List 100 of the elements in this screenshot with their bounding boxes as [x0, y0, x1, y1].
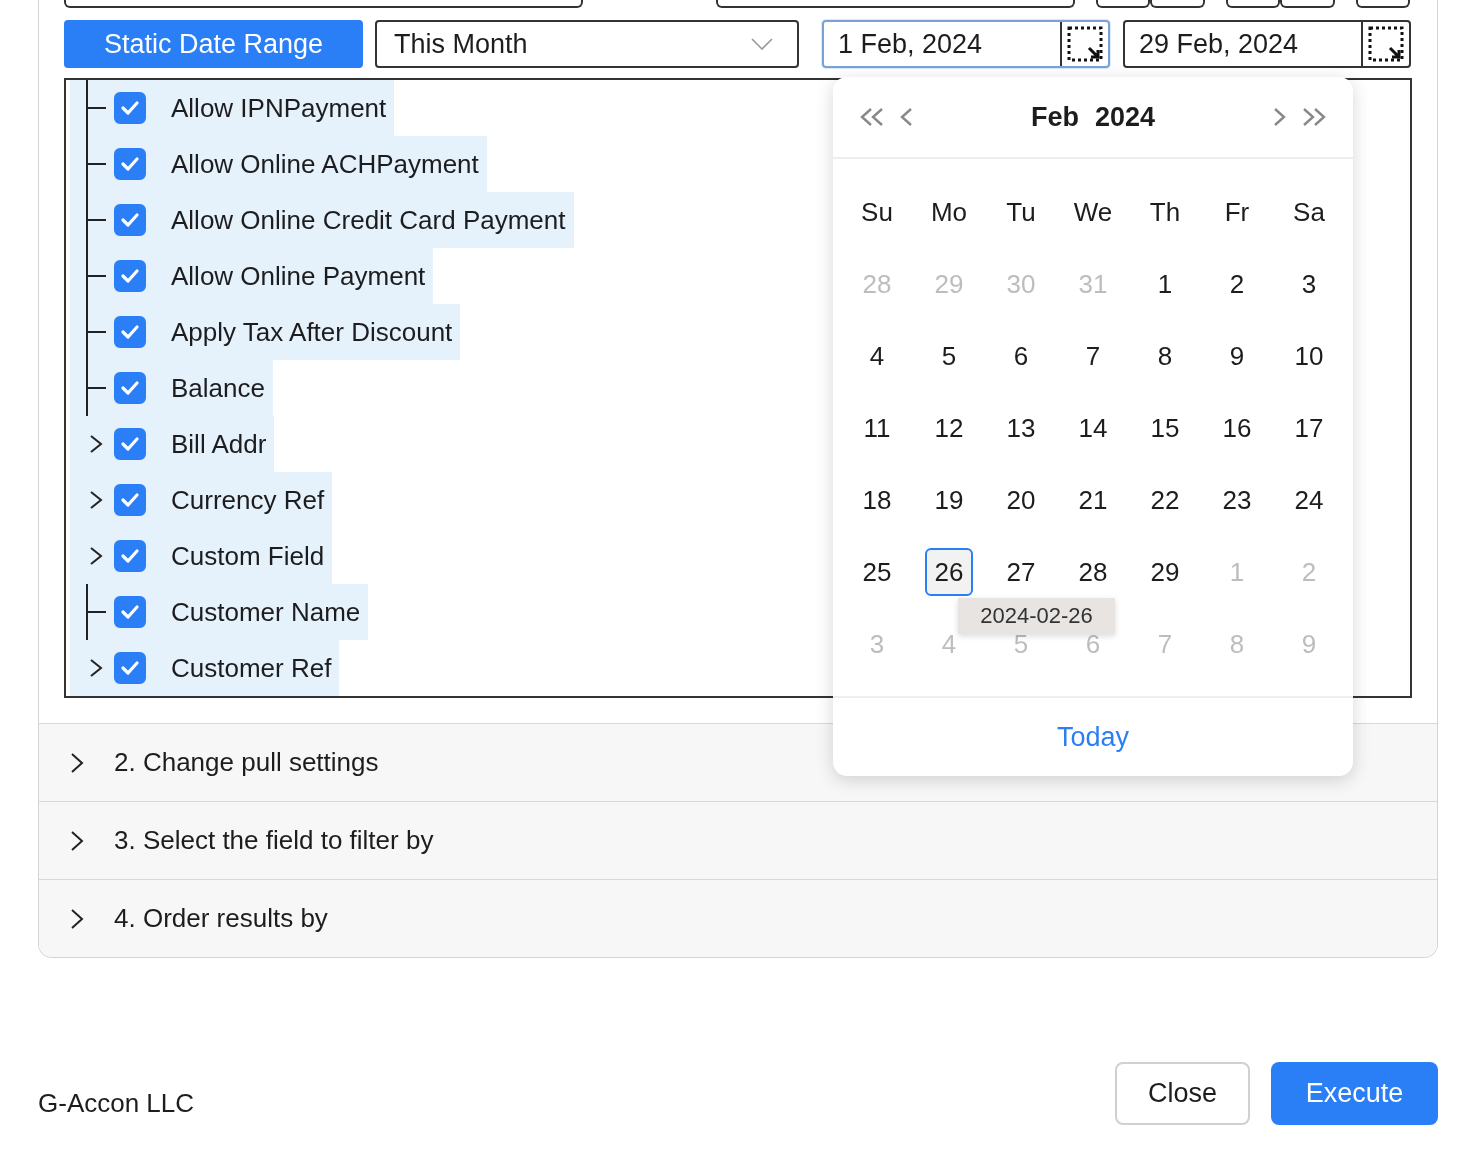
tree-connector-icon [84, 80, 108, 136]
tree-row[interactable]: Allow IPNPayment [70, 80, 395, 136]
today-link[interactable]: Today [1056, 721, 1130, 753]
calendar-day[interactable]: 1 [1141, 260, 1189, 308]
weekday-label: Th [1149, 196, 1181, 228]
calendar-day[interactable]: 21 [1069, 476, 1117, 524]
checkbox[interactable] [114, 428, 146, 460]
tree-row[interactable]: Allow Online ACHPayment [70, 136, 487, 192]
checkmark-icon [120, 380, 140, 396]
input-field[interactable] [1356, 0, 1410, 8]
calendar-day[interactable]: 9 [1213, 332, 1261, 380]
weekday-label: Su [861, 196, 893, 228]
company-name: G-Accon LLC [38, 1087, 195, 1119]
checkbox[interactable] [114, 260, 146, 292]
calendar-day[interactable]: 24 [1285, 476, 1333, 524]
calendar-icon[interactable] [1368, 26, 1404, 62]
calendar-day[interactable]: 7 [1069, 332, 1117, 380]
tree-row[interactable]: Apply Tax After Discount [70, 304, 461, 360]
checkmark-icon [120, 212, 140, 228]
checkbox[interactable] [114, 596, 146, 628]
calendar-day[interactable]: 3 [1285, 260, 1333, 308]
calendar-day[interactable]: 23 [1213, 476, 1261, 524]
tree-connector-icon [84, 248, 108, 304]
calendar-icon[interactable] [1067, 26, 1103, 62]
calendar-day[interactable]: 5 [925, 332, 973, 380]
chevron-right-icon[interactable] [89, 490, 103, 510]
calendar-day[interactable]: 19 [925, 476, 973, 524]
checkbox[interactable] [114, 204, 146, 236]
calendar-day[interactable]: 28 [1069, 548, 1117, 596]
calendar-day[interactable]: 13 [997, 404, 1045, 452]
accordion-section-header[interactable]: 4. Order results by [39, 879, 1437, 957]
calendar-day[interactable]: 4 [853, 332, 901, 380]
checkbox[interactable] [114, 484, 146, 516]
calendar-day[interactable]: 10 [1285, 332, 1333, 380]
checkmark-icon [120, 156, 140, 172]
tree-row[interactable]: Allow Online Credit Card Payment [70, 192, 574, 248]
double-chevron-left-icon[interactable] [859, 107, 885, 127]
checkmark-icon [120, 604, 140, 620]
year-label[interactable]: 2024 [1094, 101, 1156, 133]
checkbox[interactable] [114, 148, 146, 180]
calendar-day[interactable]: 2 [1213, 260, 1261, 308]
calendar-day[interactable]: 11 [853, 404, 901, 452]
tree-row[interactable]: Customer Ref [70, 640, 340, 696]
weekday-label: We [1073, 196, 1113, 228]
double-chevron-right-icon[interactable] [1301, 107, 1327, 127]
tree-row[interactable]: Currency Ref [70, 472, 333, 528]
calendar-day[interactable]: 16 [1213, 404, 1261, 452]
date-range-mode-button[interactable]: Static Date Range [64, 20, 363, 68]
calendar-day[interactable]: 25 [853, 548, 901, 596]
input-field[interactable] [716, 0, 1075, 8]
checkmark-icon [120, 324, 140, 340]
calendar-day[interactable]: 6 [997, 332, 1045, 380]
chevron-right-icon [70, 907, 84, 930]
date-tooltip: 2024-02-26 [958, 598, 1115, 634]
start-date-field[interactable]: 1 Feb, 2024 [822, 20, 1110, 68]
end-date-field[interactable]: 29 Feb, 2024 [1123, 20, 1411, 68]
calendar-day[interactable]: 14 [1069, 404, 1117, 452]
checkmark-icon [120, 660, 140, 676]
chevron-right-icon [70, 751, 84, 774]
chevron-right-icon[interactable] [89, 546, 103, 566]
calendar-day[interactable]: 26 [925, 548, 973, 596]
checkbox[interactable] [114, 540, 146, 572]
chevron-right-icon[interactable] [89, 658, 103, 678]
calendar-day[interactable]: 18 [853, 476, 901, 524]
input-field[interactable] [1280, 0, 1335, 8]
tree-row[interactable]: Allow Online Payment [70, 248, 434, 304]
month-label[interactable]: Feb [1030, 101, 1079, 133]
tree-row[interactable]: Balance [70, 360, 273, 416]
chevron-right-icon[interactable] [89, 434, 103, 454]
weekday-label: Fr [1224, 196, 1250, 228]
calendar-day[interactable]: 12 [925, 404, 973, 452]
checkbox[interactable] [114, 92, 146, 124]
accordion-section-header[interactable]: 3. Select the field to filter by [39, 801, 1437, 879]
checkmark-icon [120, 548, 140, 564]
tree-row[interactable]: Custom Field [70, 528, 333, 584]
checkbox[interactable] [114, 652, 146, 684]
caret-icon [751, 38, 773, 50]
weekday-label: Mo [930, 196, 968, 228]
calendar-day[interactable]: 17 [1285, 404, 1333, 452]
input-field[interactable] [1096, 0, 1150, 8]
calendar-day[interactable]: 29 [1141, 548, 1189, 596]
checkmark-icon [120, 492, 140, 508]
tree-connector-icon [84, 360, 108, 416]
period-dropdown[interactable]: This Month [375, 20, 799, 68]
calendar-day[interactable]: 20 [997, 476, 1045, 524]
input-field[interactable] [1226, 0, 1280, 8]
calendar-day[interactable]: 22 [1141, 476, 1189, 524]
tree-row[interactable]: Bill Addr [70, 416, 275, 472]
execute-button[interactable]: Execute [1271, 1062, 1438, 1125]
tree-connector-icon [84, 304, 108, 360]
tree-row[interactable]: Customer Name [70, 584, 369, 640]
calendar-day[interactable]: 15 [1141, 404, 1189, 452]
input-field[interactable] [64, 0, 583, 8]
close-button[interactable]: Close [1115, 1062, 1250, 1125]
checkbox[interactable] [114, 316, 146, 348]
checkbox[interactable] [114, 372, 146, 404]
calendar-day[interactable]: 8 [1141, 332, 1189, 380]
input-field[interactable] [1150, 0, 1205, 8]
calendar-day[interactable]: 27 [997, 548, 1045, 596]
chevron-left-icon[interactable] [899, 107, 913, 127]
